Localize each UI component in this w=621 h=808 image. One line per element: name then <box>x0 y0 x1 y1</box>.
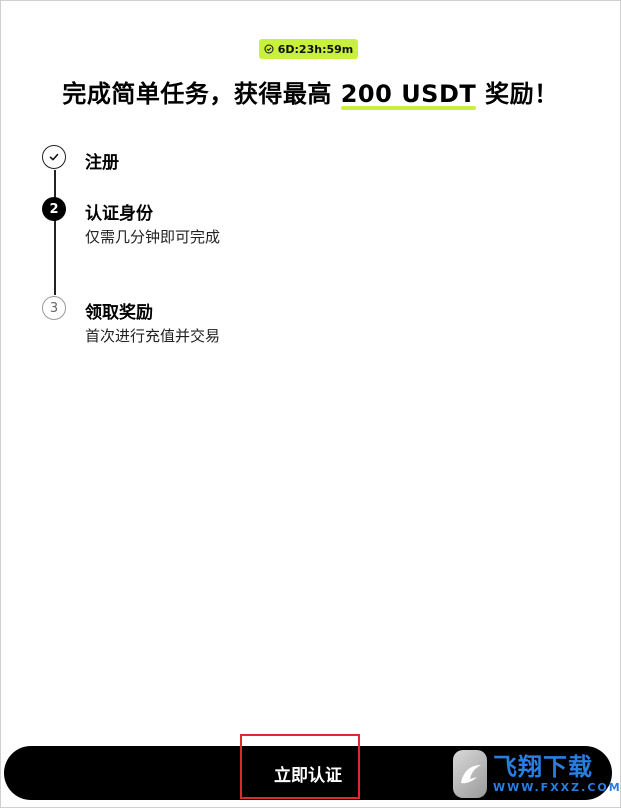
step-1-title: 注册 <box>85 153 119 173</box>
page-title: 完成简单任务，获得最高 200 USDT 奖励！ <box>0 74 621 110</box>
step-progress-line <box>54 170 56 295</box>
watermark-logo-icon <box>453 750 487 798</box>
step-3-marker: 3 <box>42 296 66 320</box>
step-3-subtitle: 首次进行充值并交易 <box>85 327 221 345</box>
site-watermark: 飞翔下载 WWW.FXXZ.COM <box>453 746 620 802</box>
watermark-domain: WWW.FXXZ.COM <box>493 781 621 794</box>
watermark-text: 飞翔下载 <box>493 753 593 781</box>
step-2-marker: 2 <box>42 197 66 221</box>
title-suffix: 奖励！ <box>476 80 559 108</box>
countdown-badge: 6D:23h:59m <box>259 39 358 59</box>
step-1-check-icon <box>42 145 66 169</box>
step-3-title: 领取奖励 <box>85 303 153 323</box>
clock-check-icon <box>264 44 274 54</box>
annotation-highlight-box <box>240 734 360 799</box>
page-frame <box>0 0 621 808</box>
check-icon <box>49 153 59 161</box>
step-2-subtitle: 仅需几分钟即可完成 <box>85 228 221 246</box>
step-2-title: 认证身份 <box>85 204 153 224</box>
title-prefix: 完成简单任务，获得最高 <box>62 80 341 108</box>
reward-amount: 200 USDT <box>340 80 477 110</box>
countdown-text: 6D:23h:59m <box>277 42 354 56</box>
